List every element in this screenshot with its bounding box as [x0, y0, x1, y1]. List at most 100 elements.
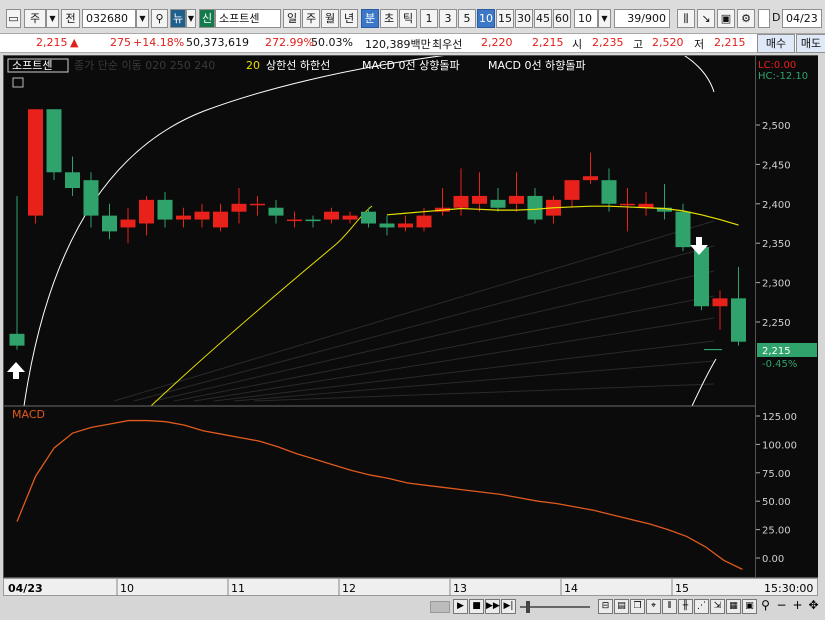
candle-body [342, 215, 358, 220]
d-checkbox[interactable] [758, 9, 770, 28]
fan-line [133, 245, 715, 402]
period-week[interactable]: 주 [302, 9, 320, 28]
move-icon[interactable]: ✥ [806, 599, 821, 614]
fit-icon[interactable]: ⊟ [598, 599, 613, 614]
candle-body [361, 211, 376, 224]
price-tick-label: 2,500 [762, 121, 791, 132]
price-tick-label: 2,350 [762, 239, 791, 250]
minute-15[interactable]: 15 [496, 9, 514, 28]
stock-code-input[interactable]: 032680 [82, 9, 136, 28]
period-type-select[interactable]: 주 [24, 9, 46, 28]
count-input[interactable]: 10 [574, 9, 598, 28]
split-icon[interactable]: ╫ [678, 599, 693, 614]
price-change: 275 [110, 36, 131, 49]
legend-macd-up[interactable]: MACD 0선 상향돌파 [362, 59, 460, 72]
zoom-slider-track[interactable] [520, 606, 590, 608]
prev-button[interactable]: 전 [61, 9, 80, 28]
toolbar: ▭ 주 ▼ 전 032680 ▼ ⚲ 뉴 ▼ 신 소프트센 일 주 월 년 분 … [0, 0, 825, 34]
new-badge[interactable]: 뉴 [170, 9, 186, 28]
save-icon[interactable]: ▣ [717, 9, 735, 28]
price-tick-label: 2,250 [762, 318, 791, 329]
period-year[interactable]: 년 [340, 9, 358, 28]
period-tick[interactable]: 틱 [399, 9, 417, 28]
candle-body [490, 199, 506, 208]
macd-tick-label: 0.00 [762, 554, 784, 565]
zoom-search-icon[interactable]: ⚲ [758, 599, 773, 614]
line-icon[interactable]: ⋰ [694, 599, 709, 614]
minute-5[interactable]: 5 [458, 9, 476, 28]
minute-60[interactable]: 60 [553, 9, 571, 28]
sell-button[interactable]: 매도 [796, 34, 825, 53]
period-month[interactable]: 월 [321, 9, 339, 28]
minute-1[interactable]: 1 [420, 9, 438, 28]
candle-body [231, 203, 247, 212]
macd-tick-label: 75.00 [762, 469, 791, 480]
candle-body [102, 215, 117, 232]
candle-body [675, 211, 691, 248]
legend-upper-lower[interactable]: 상한선 하한선 [266, 58, 330, 72]
lower-band-line [691, 358, 717, 407]
search-icon[interactable]: ⚲ [151, 9, 168, 28]
date-input[interactable]: 04/23 [782, 9, 822, 28]
fan-line [173, 295, 715, 402]
minute-45[interactable]: 45 [534, 9, 552, 28]
photo-icon[interactable]: ▣ [742, 599, 757, 614]
legend-macd-down[interactable]: MACD 0선 하향돌파 [488, 58, 586, 72]
scrollbar-track[interactable] [430, 601, 450, 613]
candle-body [28, 109, 43, 216]
play-icon[interactable]: ▶ [453, 599, 468, 614]
period-day[interactable]: 일 [283, 9, 301, 28]
stock-name-field[interactable]: 소프트센 [215, 9, 281, 28]
window-menu-icon[interactable]: ▭ [6, 9, 21, 28]
fan-line [233, 360, 715, 402]
buy-button[interactable]: 매수 [757, 34, 795, 53]
x-label-10: 10 [120, 582, 134, 595]
duplicate-icon[interactable]: ❐ [630, 599, 645, 614]
x-label-12: 12 [342, 582, 356, 595]
draw-tool-icon[interactable]: ↘ [697, 9, 715, 28]
code-dropdown-icon[interactable]: ▼ [136, 9, 149, 28]
new-dropdown-icon[interactable]: ▼ [186, 9, 196, 28]
step-forward-icon[interactable]: ▶| [501, 599, 516, 614]
price-axis[interactable]: LC:0.00 HC:-12.10 2,250 2,300 2,350 2,400 2,… [756, 55, 818, 578]
candle-body [472, 195, 487, 204]
export-icon[interactable]: ⇲ [710, 599, 725, 614]
x-label-11: 11 [231, 582, 245, 595]
zoom-slider-handle[interactable] [526, 601, 530, 613]
macd-title: MACD [12, 408, 45, 421]
grid-icon[interactable] [12, 77, 24, 88]
chevron-down-icon[interactable]: ▼ [46, 9, 59, 28]
macd-tick-label: 25.00 [762, 526, 791, 537]
window-icon[interactable]: ▤ [614, 599, 629, 614]
table-icon[interactable]: ▦ [726, 599, 741, 614]
zoom-out-icon[interactable]: − [774, 599, 789, 614]
fast-forward-icon[interactable]: ▶▶ [485, 599, 500, 614]
minute-30[interactable]: 30 [515, 9, 533, 28]
range-input[interactable]: 39/900 [614, 9, 670, 28]
candle-type-icon[interactable]: ⫼ [677, 9, 695, 28]
minute-10[interactable]: 10 [477, 9, 495, 28]
crosshair-icon[interactable]: ⌖ [646, 599, 661, 614]
candle-body [305, 219, 321, 222]
time-axis: 04/23 10 11 12 13 14 15 15:30:00 [3, 578, 818, 597]
x-label-14: 14 [564, 582, 578, 595]
zoom-in-icon[interactable]: + [790, 599, 805, 614]
candle-body [379, 223, 395, 228]
period-minute[interactable]: 분 [361, 9, 379, 28]
legend-ma-label[interactable]: 20 [246, 59, 260, 72]
current-price-tag-label: 2,215 [762, 346, 791, 357]
stop-icon[interactable]: ■ [469, 599, 484, 614]
bar-chart-icon[interactable]: ⫴ [662, 599, 677, 614]
x-label-13: 13 [453, 582, 467, 595]
gear-icon[interactable]: ⚙ [737, 9, 755, 28]
candle-body [213, 211, 228, 228]
high-price: 2,520 [652, 36, 684, 49]
chart-area[interactable]: 소프트센 종가 단순 이동 020 250 240 20 상한선 하한선 MAC… [3, 55, 756, 578]
quote-bar: 2,215 ▲ 275 +14.18% 50,373,619 272.99% 5… [0, 34, 825, 53]
x-label-15: 15 [675, 582, 689, 595]
minute-3[interactable]: 3 [439, 9, 457, 28]
count-dropdown-icon[interactable]: ▼ [598, 9, 611, 28]
candle-body [157, 199, 173, 220]
legend-stock-tag[interactable]: 소프트센 [12, 59, 52, 72]
period-second[interactable]: 초 [380, 9, 398, 28]
